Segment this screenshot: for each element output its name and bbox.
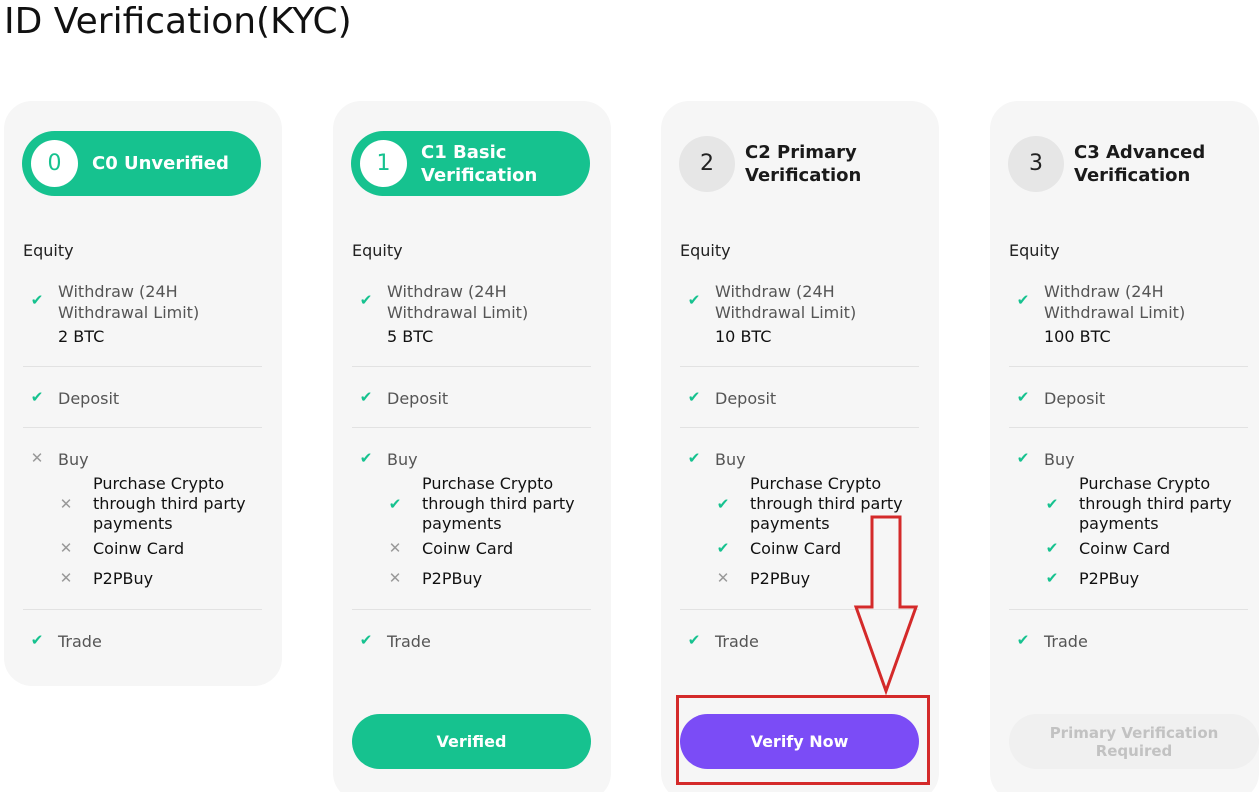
- check-icon: ✔: [359, 449, 373, 467]
- cross-icon: ✕: [388, 539, 402, 557]
- level-number: 0: [31, 140, 78, 187]
- buy-label: Buy: [58, 450, 89, 469]
- cross-icon: ✕: [716, 569, 730, 587]
- equity-label: Equity: [23, 241, 74, 260]
- card-label: Coinw Card: [93, 539, 185, 558]
- trade-label: Trade: [387, 632, 431, 651]
- page-title: ID Verification(KYC): [4, 1, 352, 42]
- withdraw-row: ✔ Withdraw (24H Withdrawal Limit) 2 BTC: [23, 281, 262, 346]
- divider: [23, 609, 262, 610]
- withdraw-label: Withdraw (24H Withdrawal Limit): [715, 282, 857, 322]
- level-card-c0: 0 C0 Unverified Equity ✔ Withdraw (24H W…: [4, 101, 282, 686]
- withdraw-limit: 2 BTC: [58, 327, 105, 346]
- withdraw-limit: 100 BTC: [1044, 327, 1111, 346]
- p2p-label: P2PBuy: [93, 569, 154, 588]
- deposit-label: Deposit: [715, 389, 777, 408]
- level-number: 1: [360, 140, 407, 187]
- check-icon: ✔: [359, 388, 373, 406]
- withdraw-label: Withdraw (24H Withdrawal Limit): [1044, 282, 1186, 322]
- trade-label: Trade: [1044, 632, 1088, 651]
- level-badge-c3: 3 C3 Advanced Verification: [1008, 131, 1247, 196]
- check-icon: ✔: [30, 388, 44, 406]
- level-number: 3: [1008, 135, 1064, 192]
- equity-label: Equity: [1009, 241, 1060, 260]
- divider: [1009, 366, 1248, 367]
- withdraw-row: ✔ Withdraw (24H Withdrawal Limit) 10 BTC: [680, 281, 919, 346]
- card-label: Coinw Card: [1079, 539, 1171, 558]
- cross-icon: ✕: [59, 539, 73, 557]
- check-icon: ✔: [1016, 388, 1030, 406]
- check-icon: ✔: [687, 388, 701, 406]
- purchase-label: Purchase Crypto through third party paym…: [1079, 474, 1232, 533]
- check-icon: ✔: [687, 631, 701, 649]
- trade-label: Trade: [715, 632, 759, 651]
- buy-label: Buy: [1044, 450, 1075, 469]
- withdraw-limit: 10 BTC: [715, 327, 772, 346]
- check-icon: ✔: [359, 291, 373, 309]
- verified-button[interactable]: Verified: [352, 714, 591, 769]
- level-card-c1: 1 C1 Basic Verification Equity ✔ Withdra…: [333, 101, 611, 792]
- check-icon: ✔: [716, 539, 730, 557]
- check-icon: ✔: [687, 291, 701, 309]
- level-badge-c2: 2 C2 Primary Verification: [679, 131, 918, 196]
- divider: [23, 427, 262, 428]
- card-label: Coinw Card: [422, 539, 514, 558]
- check-icon: ✔: [1016, 449, 1030, 467]
- purchase-label: Purchase Crypto through third party paym…: [93, 474, 246, 533]
- p2p-label: P2PBuy: [422, 569, 483, 588]
- check-icon: ✔: [1016, 631, 1030, 649]
- check-icon: ✔: [1045, 569, 1059, 587]
- check-icon: ✔: [687, 449, 701, 467]
- deposit-label: Deposit: [1044, 389, 1106, 408]
- deposit-label: Deposit: [387, 389, 449, 408]
- check-icon: ✔: [30, 291, 44, 309]
- buy-label: Buy: [715, 450, 746, 469]
- level-name: C2 Primary Verification: [745, 141, 862, 186]
- trade-label: Trade: [58, 632, 102, 651]
- deposit-label: Deposit: [58, 389, 120, 408]
- cross-icon: ✕: [388, 569, 402, 587]
- p2p-label: P2PBuy: [1079, 569, 1140, 588]
- divider: [680, 427, 919, 428]
- purchase-label: Purchase Crypto through third party paym…: [422, 474, 575, 533]
- divider: [680, 366, 919, 367]
- down-arrow-icon: [853, 515, 919, 695]
- primary-verification-required-button: Primary Verification Required: [1009, 714, 1259, 769]
- withdraw-label: Withdraw (24H Withdrawal Limit): [58, 282, 200, 322]
- card-label: Coinw Card: [750, 539, 842, 558]
- highlight-box: [676, 695, 930, 785]
- check-icon: ✔: [1016, 291, 1030, 309]
- equity-label: Equity: [680, 241, 731, 260]
- level-badge-c1: 1 C1 Basic Verification: [351, 131, 590, 196]
- buy-label: Buy: [387, 450, 418, 469]
- level-card-c3: 3 C3 Advanced Verification Equity ✔ With…: [990, 101, 1259, 792]
- check-icon: ✔: [359, 631, 373, 649]
- cross-icon: ✕: [59, 495, 73, 513]
- withdraw-row: ✔ Withdraw (24H Withdrawal Limit) 5 BTC: [352, 281, 591, 346]
- divider: [1009, 609, 1248, 610]
- check-icon: ✔: [30, 631, 44, 649]
- level-badge-c0: 0 C0 Unverified: [22, 131, 261, 196]
- equity-label: Equity: [352, 241, 403, 260]
- p2p-label: P2PBuy: [750, 569, 811, 588]
- cross-icon: ✕: [30, 449, 44, 467]
- withdraw-label: Withdraw (24H Withdrawal Limit): [387, 282, 529, 322]
- divider: [352, 427, 591, 428]
- cross-icon: ✕: [59, 569, 73, 587]
- check-icon: ✔: [1045, 539, 1059, 557]
- level-number: 2: [679, 135, 735, 192]
- check-icon: ✔: [388, 495, 402, 513]
- divider: [23, 366, 262, 367]
- check-icon: ✔: [716, 495, 730, 513]
- level-name: C0 Unverified: [92, 153, 229, 174]
- divider: [352, 366, 591, 367]
- divider: [1009, 427, 1248, 428]
- level-name: C3 Advanced Verification: [1074, 141, 1206, 186]
- withdraw-row: ✔ Withdraw (24H Withdrawal Limit) 100 BT…: [1009, 281, 1248, 346]
- withdraw-limit: 5 BTC: [387, 327, 434, 346]
- check-icon: ✔: [1045, 495, 1059, 513]
- level-name: C1 Basic Verification: [421, 141, 538, 186]
- divider: [352, 609, 591, 610]
